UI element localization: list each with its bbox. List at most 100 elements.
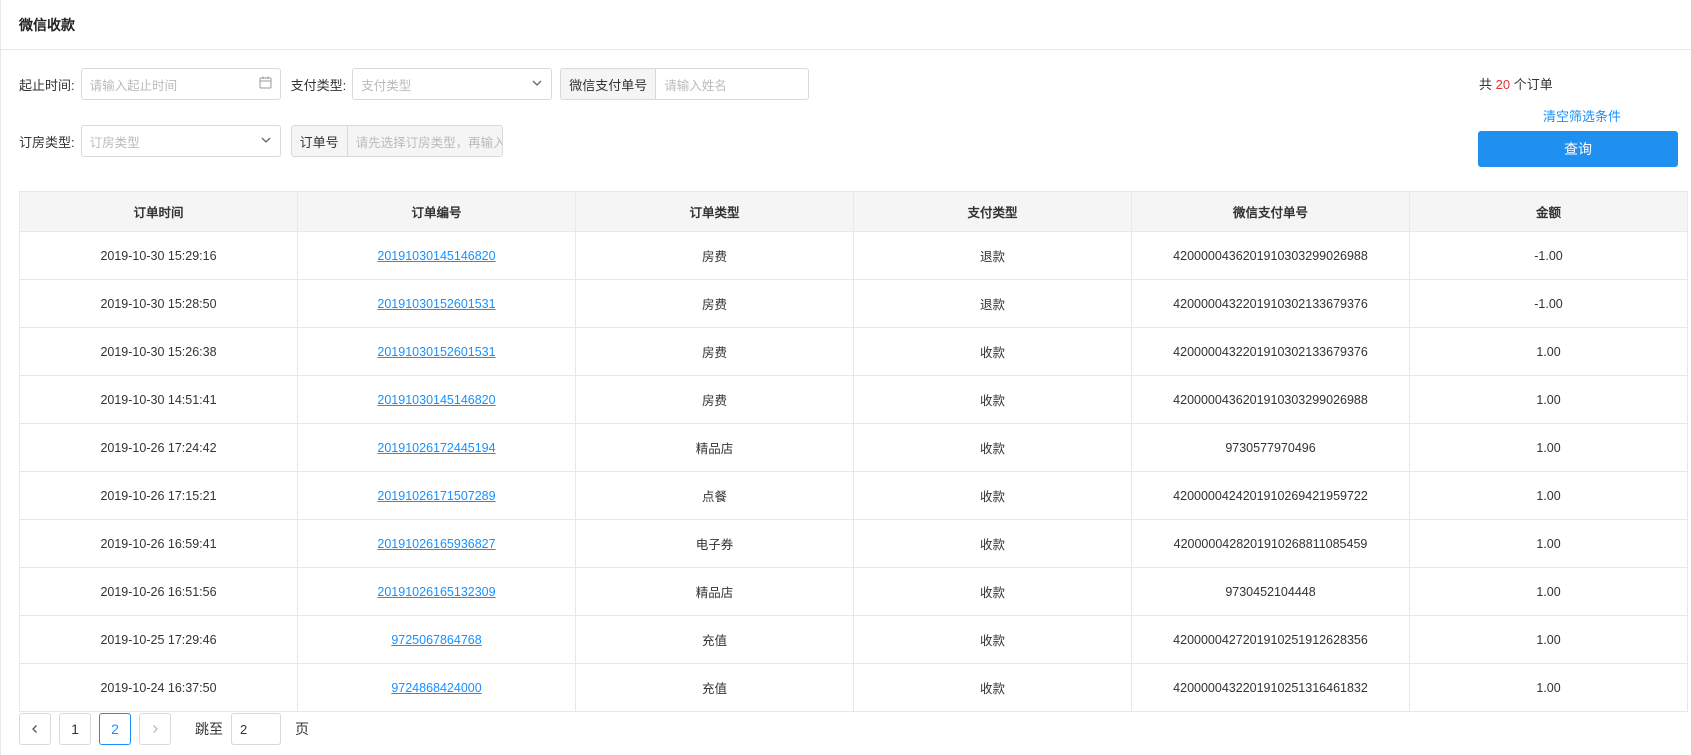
cell-order-time: 2019-10-26 17:15:21 <box>19 471 298 520</box>
cell-pay-type: 收款 <box>853 519 1132 568</box>
table-row: 2019-10-30 15:26:38 20191030152601531 房费 收款… <box>19 327 1688 376</box>
wechat-payment-panel: 微信收款 起止时间: 请输入起止时间 支付类型: 支付类型 微信支付单号 请输入… <box>0 0 1691 755</box>
orders-table: 订单时间 订单编号 订单类型 支付类型 微信支付单号 金额 2019-10-30… <box>19 191 1688 712</box>
cell-order-time: 2019-10-30 14:51:41 <box>19 375 298 424</box>
page-button-1[interactable]: 1 <box>59 713 91 745</box>
page-title: 微信收款 <box>19 16 75 33</box>
table-row: 2019-10-30 15:29:16 20191030145146820 房费 退款… <box>19 231 1688 280</box>
cell-wx-pay-no: 9730452104448 <box>1131 567 1410 616</box>
pay-type-placeholder: 支付类型 <box>361 78 412 93</box>
cell-amount: 1.00 <box>1409 423 1688 472</box>
table-header-row: 订单时间 订单编号 订单类型 支付类型 微信支付单号 金额 <box>19 191 1688 232</box>
order-no-link[interactable]: 20191026171507289 <box>377 489 495 503</box>
query-button[interactable]: 查询 <box>1478 131 1678 167</box>
cell-order-type: 房费 <box>575 231 854 280</box>
cell-amount: 1.00 <box>1409 615 1688 664</box>
wx-pay-no-field: 微信支付单号 请输入姓名 <box>560 68 810 100</box>
table-row: 2019-10-30 15:28:50 20191030152601531 房费 退款… <box>19 279 1688 328</box>
cell-pay-type: 收款 <box>853 471 1132 520</box>
next-page-button[interactable] <box>139 713 171 745</box>
cell-wx-pay-no: 4200000432201910302133679376 <box>1131 327 1410 376</box>
order-no-link[interactable]: 20191030145146820 <box>377 249 495 263</box>
cell-order-type: 电子券 <box>575 519 854 568</box>
order-count: 20 <box>1495 77 1511 92</box>
time-range-input[interactable]: 请输入起止时间 <box>80 68 281 100</box>
cell-order-type: 房费 <box>575 327 854 376</box>
order-no-link[interactable]: 20191030152601531 <box>377 297 495 311</box>
cell-order-time: 2019-10-30 15:28:50 <box>19 279 298 328</box>
cell-pay-type: 收款 <box>853 615 1132 664</box>
room-type-placeholder: 订房类型 <box>89 135 140 150</box>
header-order-time: 订单时间 <box>19 191 298 232</box>
cell-order-time: 2019-10-25 17:29:46 <box>19 615 298 664</box>
time-label: 起止时间: <box>19 77 75 93</box>
cell-pay-type: 收款 <box>853 567 1132 616</box>
order-no-input[interactable]: 请先选择订房类型，再输入 <box>347 126 502 156</box>
cell-order-type: 充值 <box>575 663 854 712</box>
cell-wx-pay-no: 9730577970496 <box>1131 423 1410 472</box>
cell-amount: -1.00 <box>1409 231 1688 280</box>
cell-wx-pay-no: 4200000432201910302133679376 <box>1131 279 1410 328</box>
cell-amount: -1.00 <box>1409 279 1688 328</box>
header-amount: 金额 <box>1409 191 1688 232</box>
table-row: 2019-10-30 14:51:41 20191030145146820 房费 收款… <box>19 375 1688 424</box>
header-pay-type: 支付类型 <box>853 191 1132 232</box>
cell-pay-type: 收款 <box>853 663 1132 712</box>
cell-wx-pay-no: 4200000424201910269421959722 <box>1131 471 1410 520</box>
cell-order-type: 精品店 <box>575 567 854 616</box>
cell-wx-pay-no: 4200000436201910303299026988 <box>1131 375 1410 424</box>
table-row: 2019-10-25 17:29:46 9725067864768 充值 收款 4200… <box>19 615 1688 664</box>
chevron-down-icon <box>531 77 543 92</box>
pay-type-label: 支付类型: <box>290 77 347 93</box>
cell-order-time: 2019-10-26 16:59:41 <box>19 519 298 568</box>
order-no-link[interactable]: 20191026165132309 <box>377 585 495 599</box>
cell-wx-pay-no: 4200000432201910251316461832 <box>1131 663 1410 712</box>
table-row: 2019-10-26 16:51:56 20191026165132309 精品店收… <box>19 567 1688 616</box>
header-order-no: 订单编号 <box>297 191 576 232</box>
wx-pay-no-input[interactable]: 请输入姓名 <box>656 69 735 99</box>
prev-page-button[interactable] <box>19 713 51 745</box>
jump-page-input[interactable]: 2 <box>231 713 281 745</box>
cell-order-time: 2019-10-24 16:37:50 <box>19 663 298 712</box>
order-no-link[interactable]: 20191026165936827 <box>377 537 495 551</box>
cell-order-type: 精品店 <box>575 423 854 472</box>
order-no-field: 订单号 请先选择订房类型，再输入 <box>290 125 503 157</box>
header-order-type: 订单类型 <box>575 191 854 232</box>
cell-pay-type: 收款 <box>853 423 1132 472</box>
cell-amount: 1.00 <box>1409 375 1688 424</box>
panel-header: 微信收款 <box>1 0 1691 50</box>
summary-suffix: 个订单 <box>1510 77 1553 92</box>
order-no-link[interactable]: 9725067864768 <box>391 633 481 647</box>
cell-pay-type: 退款 <box>853 231 1132 280</box>
time-range-placeholder: 请输入起止时间 <box>89 78 178 93</box>
header-wx-pay-no: 微信支付单号 <box>1131 191 1410 232</box>
clear-filters-link[interactable]: 清空筛选条件 <box>1543 106 1621 125</box>
order-no-link[interactable]: 20191030145146820 <box>377 393 495 407</box>
order-no-link[interactable]: 20191030152601531 <box>377 345 495 359</box>
order-no-link[interactable]: 20191026172445194 <box>377 441 495 455</box>
filter-row-1: 起止时间: 请输入起止时间 支付类型: 支付类型 微信支付单号 请输入姓名 <box>19 68 810 100</box>
cell-pay-type: 收款 <box>853 375 1132 424</box>
cell-pay-type: 退款 <box>853 279 1132 328</box>
order-no-addon: 订单号 <box>291 126 348 156</box>
cell-order-time: 2019-10-26 16:51:56 <box>19 567 298 616</box>
cell-amount: 1.00 <box>1409 471 1688 520</box>
cell-wx-pay-no: 4200000427201910251912628356 <box>1131 615 1410 664</box>
cell-order-type: 充值 <box>575 615 854 664</box>
cell-order-type: 点餐 <box>575 471 854 520</box>
cell-order-time: 2019-10-30 15:29:16 <box>19 231 298 280</box>
table-row: 2019-10-26 16:59:41 20191026165936827 电子券收… <box>19 519 1688 568</box>
cell-amount: 1.00 <box>1409 519 1688 568</box>
pagination: 1 2 跳至 2 页 <box>19 713 309 745</box>
page-button-2[interactable]: 2 <box>99 713 131 745</box>
table-row: 2019-10-24 16:37:50 9724868424000 充值 收款 4200… <box>19 663 1688 712</box>
room-type-select[interactable]: 订房类型 <box>80 125 281 157</box>
pay-type-select[interactable]: 支付类型 <box>352 68 553 100</box>
order-no-link[interactable]: 9724868424000 <box>391 681 481 695</box>
filter-row-2: 订房类型: 订房类型 订单号 请先选择订房类型，再输入 <box>19 125 503 157</box>
cell-amount: 1.00 <box>1409 327 1688 376</box>
cell-amount: 1.00 <box>1409 663 1688 712</box>
cell-order-time: 2019-10-26 17:24:42 <box>19 423 298 472</box>
room-type-label: 订房类型: <box>19 134 75 150</box>
wx-pay-no-addon: 微信支付单号 <box>561 69 657 99</box>
